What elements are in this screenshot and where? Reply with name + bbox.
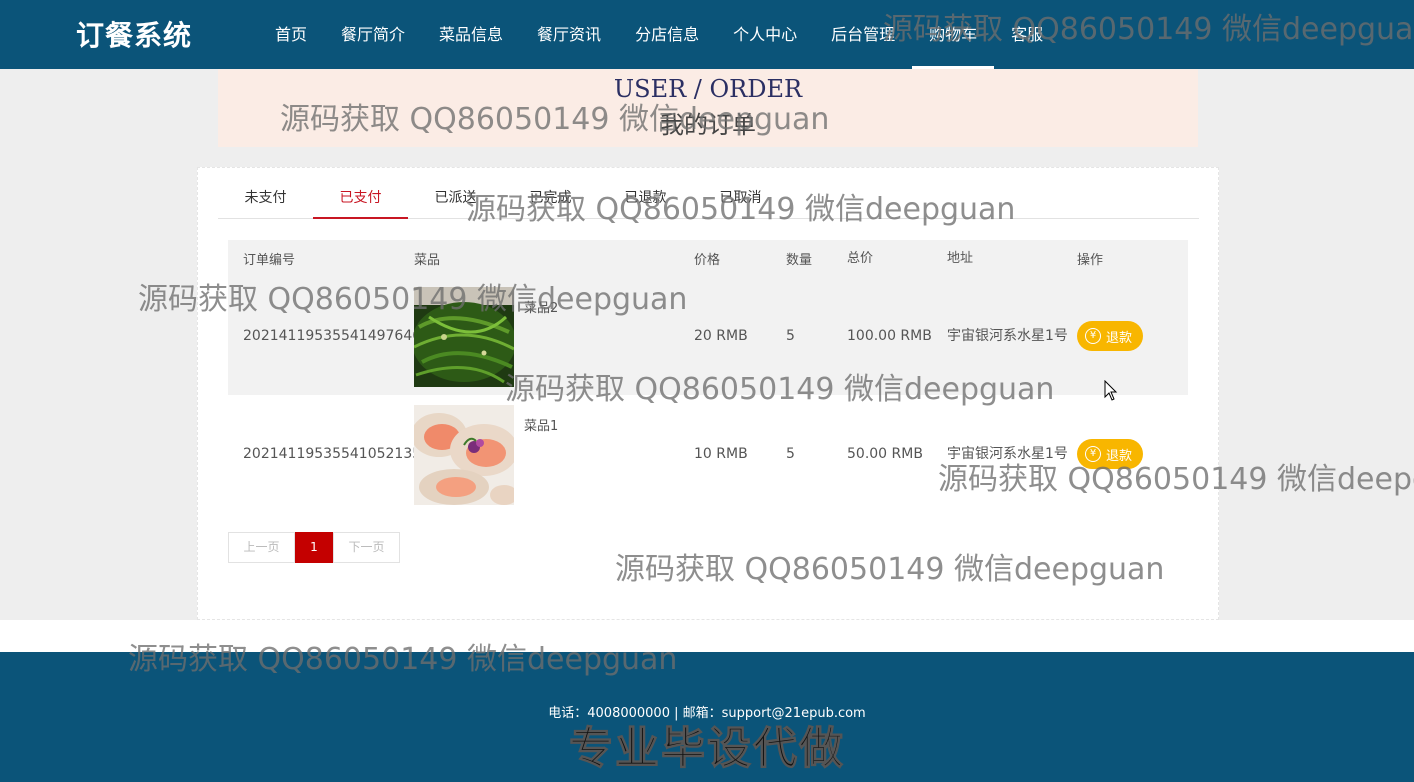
total-price: 50.00 RMB xyxy=(847,446,923,462)
tab-unpaid[interactable]: 未支付 xyxy=(218,180,313,219)
col-dish: 菜品 xyxy=(414,253,441,268)
footer-divider xyxy=(0,620,1414,652)
mouse-cursor-icon xyxy=(1104,380,1118,401)
col-order-no: 订单编号 xyxy=(243,253,296,268)
tab-completed[interactable]: 已完成 xyxy=(503,180,598,219)
nav-admin[interactable]: 后台管理 xyxy=(814,0,912,69)
quantity: 5 xyxy=(786,328,795,344)
address: 宇宙银河系水星1号 xyxy=(947,328,1068,344)
price: 20 RMB xyxy=(694,328,748,344)
refund-label: 退款 xyxy=(1106,448,1133,464)
order-status-tabs: 未支付 已支付 已派送 已完成 已退款 已取消 xyxy=(218,180,1199,219)
action-cell: ¥ 退款 xyxy=(1077,439,1188,469)
next-page-button[interactable]: 下一页 xyxy=(333,532,400,563)
nav-about[interactable]: 餐厅简介 xyxy=(324,0,422,69)
action-cell: ¥ 退款 xyxy=(1077,321,1188,351)
yen-icon: ¥ xyxy=(1085,446,1101,462)
page-banner: USER / ORDER 我的订单 xyxy=(218,69,1198,147)
table-row: 20214119535541052135 菜品1 10 RMB 5 50.00 … xyxy=(228,395,1188,513)
col-qty: 数量 xyxy=(786,253,813,268)
dish-cell: 菜品1 xyxy=(414,395,694,513)
nav-news[interactable]: 餐厅资讯 xyxy=(520,0,618,69)
col-address: 地址 xyxy=(947,250,974,266)
pagination: 上一页 1 下一页 xyxy=(228,532,400,563)
banner-title-cn: 我的订单 xyxy=(660,111,756,139)
site-logo[interactable]: 订餐系统 xyxy=(76,14,192,54)
tab-delivered[interactable]: 已派送 xyxy=(408,180,503,219)
price: 10 RMB xyxy=(694,446,748,462)
nav-profile[interactable]: 个人中心 xyxy=(716,0,814,69)
refund-button[interactable]: ¥ 退款 xyxy=(1077,321,1144,351)
dish-image-seafood[interactable] xyxy=(414,405,514,505)
yen-icon: ¥ xyxy=(1085,328,1101,344)
address: 宇宙银河系水星1号 xyxy=(947,446,1068,462)
order-number: 20214119535541497646 xyxy=(243,328,422,344)
col-price: 价格 xyxy=(694,253,721,268)
dish-name: 菜品2 xyxy=(524,301,559,316)
order-number: 20214119535541052135 xyxy=(243,446,422,462)
dish-name: 菜品1 xyxy=(524,419,559,434)
tab-refunded[interactable]: 已退款 xyxy=(598,180,693,219)
site-footer: 电话：4008000000 | 邮箱：support@21epub.com 专业… xyxy=(0,652,1414,782)
col-total: 总价 xyxy=(847,250,874,266)
total-price: 100.00 RMB xyxy=(847,328,932,344)
nav-service[interactable]: 客服 xyxy=(994,0,1060,69)
table-header: 订单编号 菜品 价格 数量 总价 地址 操作 xyxy=(228,240,1188,277)
prev-page-button[interactable]: 上一页 xyxy=(228,532,295,563)
dish-image-green-vegetable[interactable] xyxy=(414,287,514,387)
nav-dishes[interactable]: 菜品信息 xyxy=(422,0,520,69)
banner-title-en: USER / ORDER xyxy=(613,75,803,103)
table-row: 20214119535541497646 菜品2 20 RMB 5 100.00… xyxy=(228,277,1188,395)
main-nav: 首页 餐厅简介 菜品信息 餐厅资讯 分店信息 个人中心 后台管理 购物车 客服 xyxy=(258,0,1060,69)
refund-button[interactable]: ¥ 退款 xyxy=(1077,439,1144,469)
refund-label: 退款 xyxy=(1106,330,1133,346)
top-header: 订餐系统 首页 餐厅简介 菜品信息 餐厅资讯 分店信息 个人中心 后台管理 购物… xyxy=(0,0,1414,69)
col-action: 操作 xyxy=(1077,253,1104,268)
tab-paid[interactable]: 已支付 xyxy=(313,180,408,219)
dish-cell: 菜品2 xyxy=(414,277,694,395)
current-page[interactable]: 1 xyxy=(295,532,333,563)
nav-home[interactable]: 首页 xyxy=(258,0,324,69)
orders-panel: 未支付 已支付 已派送 已完成 已退款 已取消 订单编号 菜品 价格 数量 总价… xyxy=(197,167,1219,620)
footer-slogan: 专业毕设代做 xyxy=(569,723,845,775)
nav-cart[interactable]: 购物车 xyxy=(912,0,995,69)
orders-table: 订单编号 菜品 价格 数量 总价 地址 操作 20214119535541497… xyxy=(228,240,1188,513)
nav-branches[interactable]: 分店信息 xyxy=(618,0,716,69)
quantity: 5 xyxy=(786,446,795,462)
tab-cancelled[interactable]: 已取消 xyxy=(693,180,788,219)
